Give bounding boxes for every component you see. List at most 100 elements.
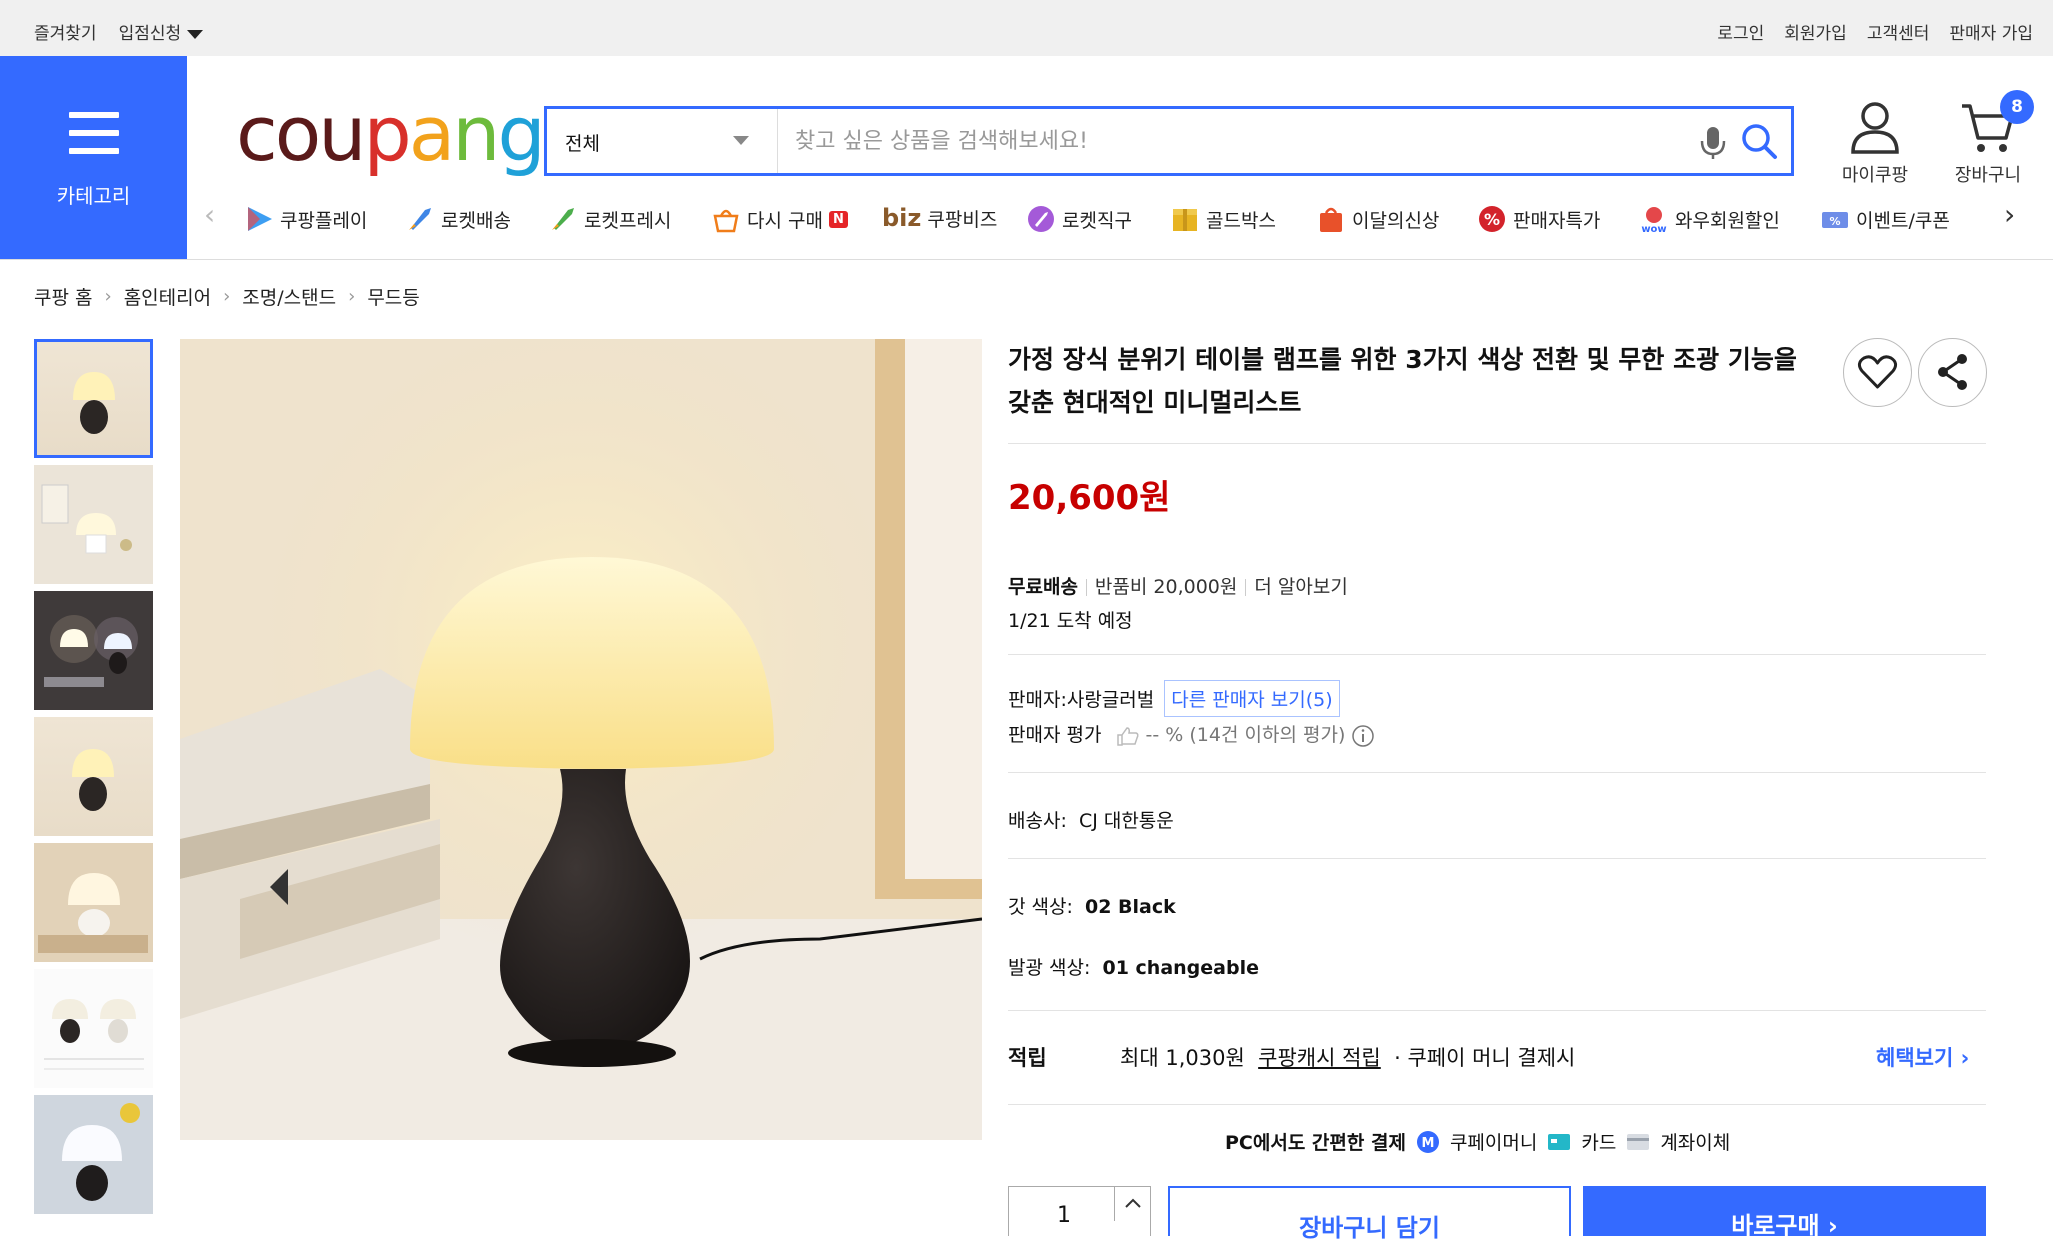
thumbs-up-icon [1116,726,1139,746]
cart-button[interactable]: 8 장바구니 [1950,90,2034,187]
seller-apply-label: 입점신청 [118,24,182,44]
lamp-thumbnail-image [72,749,114,811]
nav-item-wow-discount[interactable]: wow 와우회원할인 [1639,204,1780,234]
courier-name: CJ 대한통운 [1078,810,1174,832]
nav-item-events-coupons[interactable]: % 이벤트/쿠폰 [1820,204,1950,234]
nav-item-coupangplay[interactable]: 쿠팡플레이 [244,204,367,234]
nav-item-rocket-fresh[interactable]: 로켓프레시 [548,204,671,234]
customer-center-link[interactable]: 고객센터 [1867,19,1930,44]
lamp-thumbnail-image [44,999,144,1070]
thumbnail-4[interactable] [34,717,153,836]
nav-item-label: 이벤트/쿠폰 [1856,209,1950,232]
signup-link[interactable]: 회원가입 [1784,19,1847,44]
wishlist-button[interactable] [1843,338,1912,407]
search-icon[interactable] [1739,121,1779,161]
chevron-right-icon: › [104,286,112,307]
search-bar: 전체 [544,106,1794,176]
buy-now-button[interactable]: 바로구매 › [1583,1186,1986,1240]
seller-signup-link[interactable]: 판매자 가입 [1949,19,2033,44]
divider [1008,1104,1986,1105]
quantity-increase-button[interactable] [1114,1187,1150,1221]
site-header: 카테고리 coupang 전체 마이쿠팡 8 장바구니 [0,56,2053,260]
percent-icon: % [1479,206,1505,232]
svg-text:%: % [1484,210,1500,229]
microphone-icon[interactable] [1697,125,1729,161]
chevron-right-icon: › [1827,1212,1838,1240]
login-link[interactable]: 로그인 [1717,19,1764,44]
nav-prev-arrow-icon[interactable]: ‹ [204,198,215,231]
lamp-thumbnail-image [62,1103,140,1201]
breadcrumb-home-interior[interactable]: 홈인테리어 [124,283,211,310]
easy-payment-row: PC에서도 간편한 결제 M 쿠페이머니 카드 계좌이체 [1225,1128,1730,1155]
breadcrumb-lighting[interactable]: 조명/스탠드 [242,283,336,310]
nav-item-label: 다시 구매 [747,209,823,232]
mushroom-lamp-image [180,339,982,1140]
shipping-info: 무료배송 반품비 20,000원 더 알아보기 [1008,572,1348,599]
shade-color-option[interactable]: 갓 색상: 02 Black [1008,892,1176,919]
rocket-fresh-icon [552,208,574,230]
thumbnail-2[interactable] [34,465,153,584]
nav-item-rocket-delivery[interactable]: 로켓배송 [405,204,511,234]
thumbnail-1[interactable] [34,339,153,458]
card-icon [1548,1133,1571,1150]
nav-item-label: 로켓직구 [1062,209,1132,232]
category-menu-button[interactable]: 카테고리 [0,56,187,259]
quantity-stepper[interactable]: 1 [1008,1186,1151,1236]
learn-more-link[interactable]: 더 알아보기 [1254,576,1347,598]
nav-item-seller-deals[interactable]: % 판매자특가 [1477,204,1600,234]
heart-icon [1857,355,1898,389]
other-sellers-button[interactable]: 다른 판매자 보기(5) [1164,680,1340,717]
nav-item-rocket-global[interactable]: 로켓직구 [1026,204,1132,234]
search-scope-select[interactable]: 전체 [547,109,778,173]
nav-item-goldbox[interactable]: 골드박스 [1170,204,1276,234]
seller-name[interactable]: 사랑글러벌 [1067,689,1154,711]
main-product-image[interactable] [180,339,982,1140]
cart-label: 장바구니 [1954,165,2022,186]
search-input[interactable] [795,119,1675,163]
breadcrumb: 쿠팡 홈 › 홈인테리어 › 조명/스탠드 › 무드등 [34,283,420,310]
lamp-thumbnail-image [38,873,148,953]
dropdown-arrow-icon [733,136,749,145]
pay-money-label: 쿠페이머니 [1449,1132,1538,1154]
info-icon[interactable] [1351,724,1375,748]
coupang-logo[interactable]: coupang [236,96,546,172]
play-icon [248,207,272,231]
shortcut-nav: ‹ 쿠팡플레이 로켓배송 로켓프레시 다시 구매 N biz 쿠팡비즈 로켓직구 [200,196,2040,246]
chevron-up-icon [1125,1198,1141,1208]
search-scope-value: 전체 [565,133,600,155]
seller-apply-menu[interactable]: 입점신청 [119,19,204,44]
caret-down-icon [187,29,204,39]
seller-label: 판매자: [1008,689,1067,711]
light-color-label: 발광 색상: [1008,957,1091,979]
share-button[interactable] [1918,338,1987,407]
chevron-right-icon: › [223,286,231,307]
mycoupang-button[interactable]: 마이쿠팡 [1838,100,1912,187]
nav-next-arrow-icon[interactable]: › [2004,198,2015,231]
favorites-link[interactable]: 즐겨찾기 [34,19,97,44]
coupon-icon: % [1822,212,1848,228]
nav-item-new-arrivals[interactable]: 이달의신상 [1316,204,1439,234]
thumbnail-5[interactable] [34,843,153,962]
hamburger-icon [69,112,119,154]
seller-rating-value: -- % (14건 이하의 평가) [1145,724,1346,746]
biz-icon: biz [882,204,922,232]
lamp-thumbnail-image [73,372,115,434]
pay-bank-label: 계좌이체 [1660,1132,1731,1154]
breadcrumb-home[interactable]: 쿠팡 홈 [34,283,92,310]
nav-item-label: 와우회원할인 [1675,209,1780,232]
nav-item-coupangbiz[interactable]: biz 쿠팡비즈 [882,204,997,232]
divider [1008,1010,1986,1011]
thumbnail-3[interactable] [34,591,153,710]
breadcrumb-mood-lamp[interactable]: 무드등 [367,283,419,310]
add-to-cart-button[interactable]: 장바구니 담기 [1168,1186,1571,1242]
light-color-option[interactable]: 발광 색상: 01 changeable [1008,953,1259,980]
nav-item-label: 로켓배송 [441,209,511,232]
thumbnail-6[interactable] [34,969,153,1088]
nav-item-rebuy[interactable]: 다시 구매 N [711,204,848,234]
coupang-cash-link[interactable]: 쿠팡캐시 적립 [1258,1046,1381,1070]
thumbnail-7[interactable] [34,1095,153,1214]
reward-max: 최대 1,030원 [1120,1046,1245,1070]
svg-text:wow: wow [1641,224,1666,234]
chevron-right-icon: › [1953,1046,1970,1070]
benefits-link[interactable]: 혜택보기 › [1876,1042,1969,1072]
